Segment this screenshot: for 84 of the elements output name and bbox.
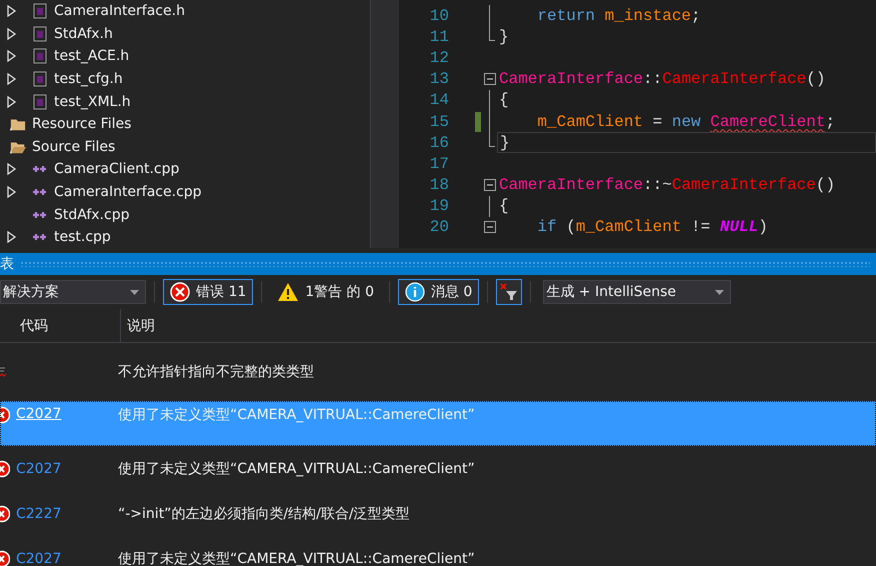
collapse-icon[interactable]	[483, 220, 497, 234]
warning-icon	[277, 282, 300, 302]
tree-item-label[interactable]: test_ACE.h	[54, 48, 130, 64]
header-file-icon	[32, 3, 48, 20]
line-number: 19	[428, 197, 449, 216]
error-icon	[0, 406, 10, 424]
line-number: 16	[428, 134, 449, 152]
code-line: return m_instace;	[536, 6, 701, 25]
expand-arrow-icon[interactable]	[6, 49, 18, 64]
error-description: 不允许指针指向不完整的类类型	[118, 363, 314, 381]
error-icon	[0, 504, 10, 522]
error-description: 使用了未定义类型“CAMERA_VITRUAL::CamereClient”	[118, 460, 475, 478]
tree-item-label[interactable]: StdAfx.h	[54, 26, 113, 42]
tree-item-label[interactable]: StdAfx.cpp	[54, 206, 130, 223]
tree-item-label[interactable]: CameraClient.cpp	[54, 161, 180, 178]
error-row[interactable]: C2227 “->init”的左边必须指向类/结构/联合/泛型类型	[0, 491, 876, 536]
expand-arrow-icon[interactable]	[6, 185, 18, 200]
grip-dots[interactable]	[20, 261, 870, 267]
line-number: 17	[428, 154, 449, 173]
error-code-link[interactable]: C2027	[16, 550, 62, 566]
column-header[interactable]: 说明	[121, 316, 155, 334]
filter-button[interactable]: 1警告 的 0	[270, 279, 381, 305]
caret-icon	[715, 290, 724, 294]
block-end-guide	[489, 26, 495, 42]
code-line: }	[499, 28, 509, 46]
line-number: 11	[428, 28, 449, 46]
caret-icon	[130, 290, 139, 294]
expand-arrow-icon[interactable]	[6, 72, 18, 86]
tree-item-label[interactable]: test.cpp	[54, 229, 111, 246]
tree-item-label[interactable]: Resource Files	[32, 116, 132, 132]
filter-button[interactable]: 消息 0	[398, 279, 480, 305]
error-description: “->init”的左边必须指向类/结构/联合/泛型类型	[118, 504, 410, 522]
error-row[interactable]: C2027 使用了未定义类型“CAMERA_VITRUAL::CamereClient”	[0, 536, 876, 566]
filter-button[interactable]: 错误 11	[163, 279, 254, 305]
error-description: 使用了未定义类型“CAMERA_VITRUAL::CamereClient”	[118, 406, 475, 424]
code-line: if (m_CamClient != NULL)	[536, 218, 768, 236]
expand-arrow-icon[interactable]	[6, 94, 18, 109]
tree-item-label[interactable]: test_cfg.h	[54, 71, 123, 88]
error-row[interactable]: C2027 使用了未定义类型“CAMERA_VITRUAL::CamereClient”	[0, 446, 876, 491]
scope-dropdown[interactable]: 解决方案	[0, 280, 146, 304]
line-number: 12	[428, 48, 449, 67]
header-file-icon	[32, 94, 48, 110]
line-number: 15	[428, 112, 449, 131]
error-icon	[0, 550, 10, 566]
indent-guide	[489, 196, 490, 217]
tree-item-label[interactable]: CameraInterface.cpp	[54, 184, 202, 200]
source-dropdown[interactable]: 生成 + IntelliSense	[543, 280, 732, 304]
code-line: {	[499, 91, 509, 110]
panel-title: 表	[0, 255, 15, 273]
header-file-icon	[32, 48, 48, 64]
code-line: CameraInterface::CameraInterface()	[499, 70, 826, 88]
error-code-link[interactable]: C2027	[16, 460, 62, 476]
tree-item-label[interactable]: CameraInterface.h	[54, 3, 185, 20]
line-number: 18	[428, 176, 449, 194]
code-line: {	[499, 197, 509, 216]
expand-arrow-icon[interactable]	[6, 4, 18, 18]
header-file-icon	[32, 71, 48, 88]
header-file-icon	[32, 26, 48, 42]
line-number: 14	[428, 91, 449, 110]
line-number: 20	[428, 218, 449, 236]
code-line: }	[500, 134, 510, 152]
tree-item-label[interactable]: test_XML.h	[54, 94, 131, 110]
filter-toggle-button[interactable]	[496, 279, 522, 305]
error-code-link[interactable]: C2227	[16, 506, 62, 522]
collapse-icon[interactable]	[483, 178, 497, 192]
error-icon	[0, 460, 10, 478]
code-line: CameraInterface::~CameraInterface()	[499, 176, 836, 194]
block-end-guide	[489, 132, 495, 148]
expand-arrow-icon[interactable]	[6, 230, 18, 244]
expand-arrow-icon[interactable]	[6, 162, 18, 176]
line-number: 13	[428, 70, 449, 88]
indent-guide	[489, 5, 490, 26]
collapse-icon[interactable]	[483, 72, 497, 86]
column-header[interactable]: 代码	[20, 316, 48, 334]
scrollbar[interactable]	[370, 0, 399, 248]
code-line: m_CamClient = new CamereClient;	[536, 112, 836, 131]
filter-icon	[500, 283, 518, 301]
error-row[interactable]: 不允许指针指向不完整的类类型	[0, 343, 876, 401]
line-number: 10	[428, 6, 449, 25]
tree-item-label[interactable]: Source Files	[32, 138, 116, 155]
error-icon	[170, 282, 190, 302]
info-icon	[404, 282, 425, 302]
error-description: 使用了未定义类型“CAMERA_VITRUAL::CamereClient”	[118, 550, 475, 566]
expand-arrow-icon[interactable]	[6, 26, 18, 41]
